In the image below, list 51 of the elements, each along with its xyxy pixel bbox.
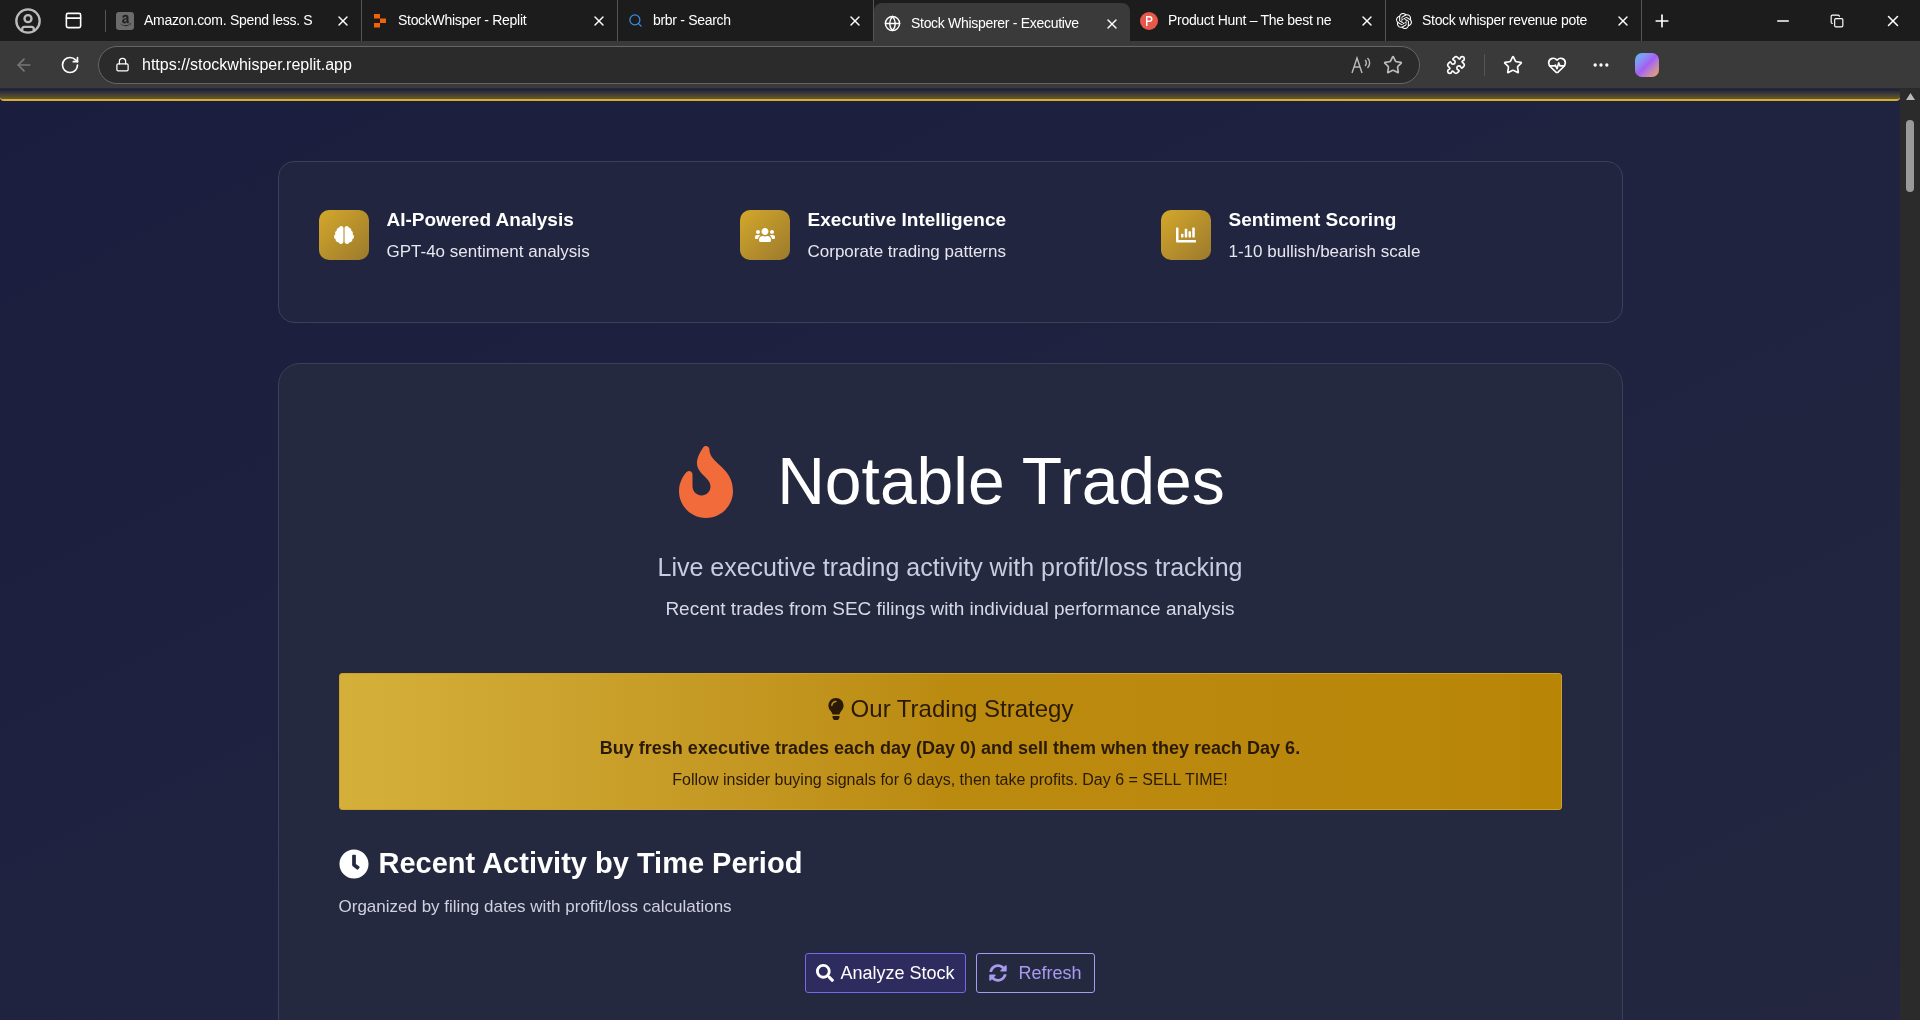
users-icon [739,210,790,260]
favorites-icon[interactable] [1503,54,1523,75]
feature-title: Executive Intelligence [807,208,1007,232]
browser-tab[interactable]: Stock Whisperer - Executive [874,3,1130,44]
brain-icon [318,210,369,260]
reload-icon[interactable] [60,54,80,75]
amazon-icon [116,11,134,30]
tab-title: StockWhisper - Replit [398,11,528,30]
profile-icon[interactable] [14,6,42,35]
strategy-title: Our Trading Strategy [850,694,1074,725]
feature-subtitle: 1-10 bullish/bearish scale [1228,240,1421,263]
strategy-detail: Follow insider buying signals for 6 days, then take profits. Day 6 = SELL TIME! [672,770,1228,791]
scrollbar[interactable] [1900,89,1920,1020]
hero-subtitle: Live executive trading activity with profit/loss tracking [657,552,1243,583]
lock-icon[interactable] [115,57,130,72]
hero-note: Recent trades from SEC filings with individual performance analysis [665,596,1235,621]
search-icon [628,13,643,28]
refresh-button[interactable]: Refresh [975,953,1095,994]
tab-title: Stock whisper revenue pote [1422,11,1588,30]
clock-icon [338,849,369,880]
openai-icon [1396,12,1412,29]
address-bar[interactable]: https://stockwhisper.replit.app [98,45,1420,84]
strategy-headline: Buy fresh executive trades each day (Day 0) and sell them when they reach Day 6. [599,737,1301,761]
tab-actions-icon[interactable] [64,11,83,30]
refresh-icon [988,964,1007,983]
search-icon [816,964,835,983]
globe-icon [884,15,901,32]
tab-title: Stock Whisperer - Executive [911,14,1080,33]
bar-chart-icon [1160,210,1211,260]
analyze-button[interactable]: Analyze Stock [805,953,966,994]
scroll-up-icon[interactable] [1905,93,1915,100]
activity-title: Recent Activity by Time Period [378,846,803,882]
copilot-icon[interactable] [1635,52,1659,77]
read-aloud-icon[interactable] [1351,55,1371,74]
scroll-thumb[interactable] [1906,120,1914,192]
replit-icon [372,12,388,29]
tab-title: brbr - Search [653,11,732,30]
feature-title: Sentiment Scoring [1228,208,1398,232]
feature-subtitle: GPT-4o sentiment analysis [386,240,590,263]
feature-title: AI-Powered Analysis [386,208,575,232]
tab-title: Product Hunt – The best ne [1168,11,1333,30]
hero-title: Notable Trades [777,443,1225,520]
extensions-icon[interactable] [1446,54,1466,75]
activity-subtitle: Organized by filing dates with profit/loss calculations [338,896,732,918]
lightbulb-icon [826,698,845,721]
health-icon[interactable] [1547,54,1567,75]
product-hunt-icon [1140,11,1158,30]
restore-icon[interactable] [1830,13,1844,28]
favorite-star-icon[interactable] [1383,54,1403,75]
tab-title: Amazon.com. Spend less. S [144,11,314,30]
feature-subtitle: Corporate trading patterns [807,240,1007,263]
